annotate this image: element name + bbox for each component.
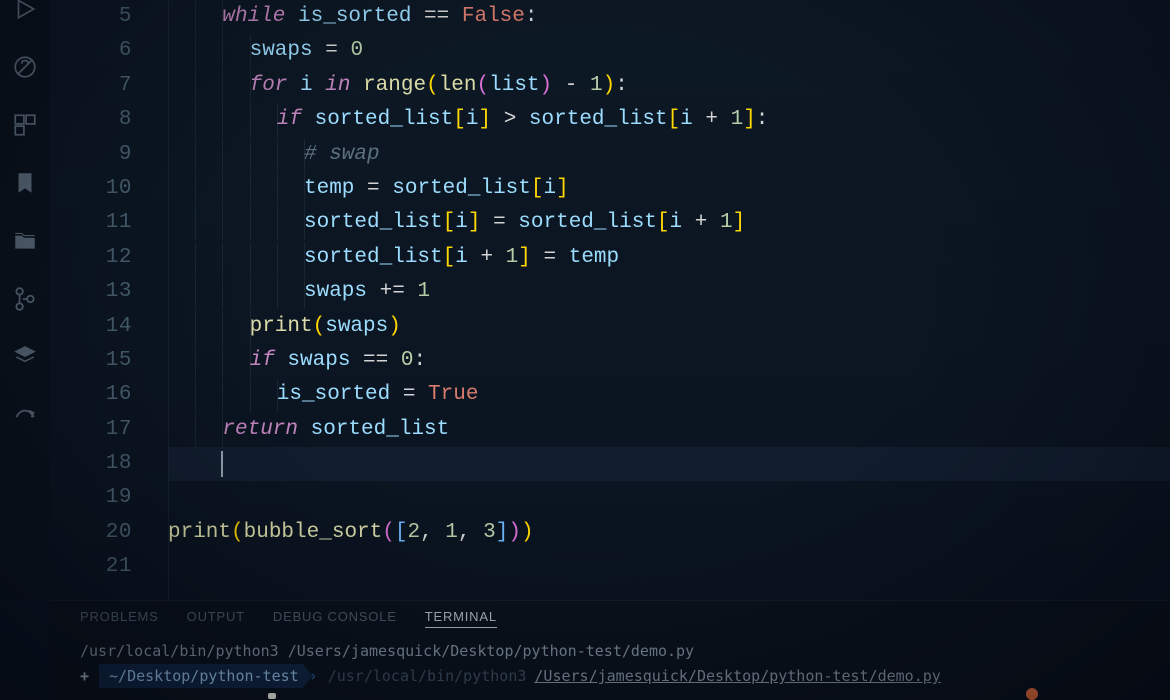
line-number: 18 (50, 447, 132, 481)
code-line[interactable]: for i in range(len(list) - 1): (168, 69, 1170, 103)
files-icon[interactable] (10, 226, 40, 256)
panel-tab-terminal[interactable]: TERMINAL (425, 609, 497, 628)
extensions-icon[interactable] (10, 110, 40, 140)
code-line[interactable]: if sorted_list[i] > sorted_list[i + 1]: (168, 103, 1170, 137)
line-number: 16 (50, 378, 132, 412)
code-line[interactable]: if swaps == 0: (168, 344, 1170, 378)
code-line[interactable] (168, 550, 1170, 584)
text-cursor (221, 451, 223, 477)
code-line[interactable]: swaps = 0 (168, 34, 1170, 68)
code-line[interactable]: temp = sorted_list[i] (168, 172, 1170, 206)
code-line[interactable]: swaps += 1 (168, 275, 1170, 309)
line-number: 15 (50, 344, 132, 378)
line-number: 17 (50, 413, 132, 447)
prompt-interpreter: /usr/local/bin/python3 (328, 665, 527, 687)
line-number: 19 (50, 481, 132, 515)
line-number: 21 (50, 550, 132, 584)
caret-indicator (268, 693, 276, 699)
line-number: 8 (50, 103, 132, 137)
code-line[interactable]: # swap (168, 138, 1170, 172)
prompt-plus-icon: + (80, 665, 89, 687)
line-number: 7 (50, 69, 132, 103)
debug-alt-icon[interactable] (10, 0, 40, 24)
code-editor[interactable]: 56789101112131415161718192021 while is_s… (50, 0, 1170, 600)
line-number: 20 (50, 516, 132, 550)
code-line[interactable] (168, 447, 1170, 481)
panel-tab-output[interactable]: OUTPUT (187, 609, 245, 628)
line-number: 5 (50, 0, 132, 34)
code-line[interactable]: sorted_list[i] = sorted_list[i + 1] (168, 206, 1170, 240)
line-number: 10 (50, 172, 132, 206)
code-area[interactable]: while is_sorted == False:swaps = 0for i … (168, 0, 1170, 600)
line-number: 6 (50, 34, 132, 68)
line-number: 9 (50, 138, 132, 172)
terminal-prompt[interactable]: + ~/Desktop/python-test › /usr/local/bin… (80, 664, 1140, 688)
panel-tabs: PROBLEMS OUTPUT DEBUG CONSOLE TERMINAL (50, 601, 1170, 634)
code-line[interactable]: print(bubble_sort([2, 1, 3])) (168, 516, 1170, 550)
code-line[interactable]: return sorted_list (168, 413, 1170, 447)
bookmark-icon[interactable] (10, 168, 40, 198)
prompt-directory: ~/Desktop/python-test (99, 664, 313, 688)
code-line[interactable]: while is_sorted == False: (168, 0, 1170, 34)
panel-tab-problems[interactable]: PROBLEMS (80, 609, 159, 628)
line-number: 13 (50, 275, 132, 309)
panel-tab-debug-console[interactable]: DEBUG CONSOLE (273, 609, 397, 628)
code-line[interactable]: is_sorted = True (168, 378, 1170, 412)
layers-icon[interactable] (10, 342, 40, 372)
notification-dot-icon[interactable] (1026, 688, 1038, 700)
bug-disabled-icon[interactable] (10, 52, 40, 82)
share-icon[interactable] (10, 400, 40, 430)
activity-bar (0, 0, 50, 600)
line-number: 14 (50, 310, 132, 344)
source-control-icon[interactable] (10, 284, 40, 314)
terminal-body[interactable]: /usr/local/bin/python3 /Users/jamesquick… (50, 634, 1170, 694)
line-number: 11 (50, 206, 132, 240)
code-line[interactable] (168, 481, 1170, 515)
line-number: 12 (50, 241, 132, 275)
prompt-filepath: /Users/jamesquick/Desktop/python-test/de… (534, 665, 940, 687)
bottom-panel: PROBLEMS OUTPUT DEBUG CONSOLE TERMINAL /usr… (50, 600, 1170, 700)
line-number-gutter: 56789101112131415161718192021 (50, 0, 160, 600)
code-line[interactable]: print(swaps) (168, 310, 1170, 344)
code-line[interactable]: sorted_list[i + 1] = temp (168, 241, 1170, 275)
terminal-output-line: /usr/local/bin/python3 /Users/jamesquick… (80, 640, 1140, 662)
